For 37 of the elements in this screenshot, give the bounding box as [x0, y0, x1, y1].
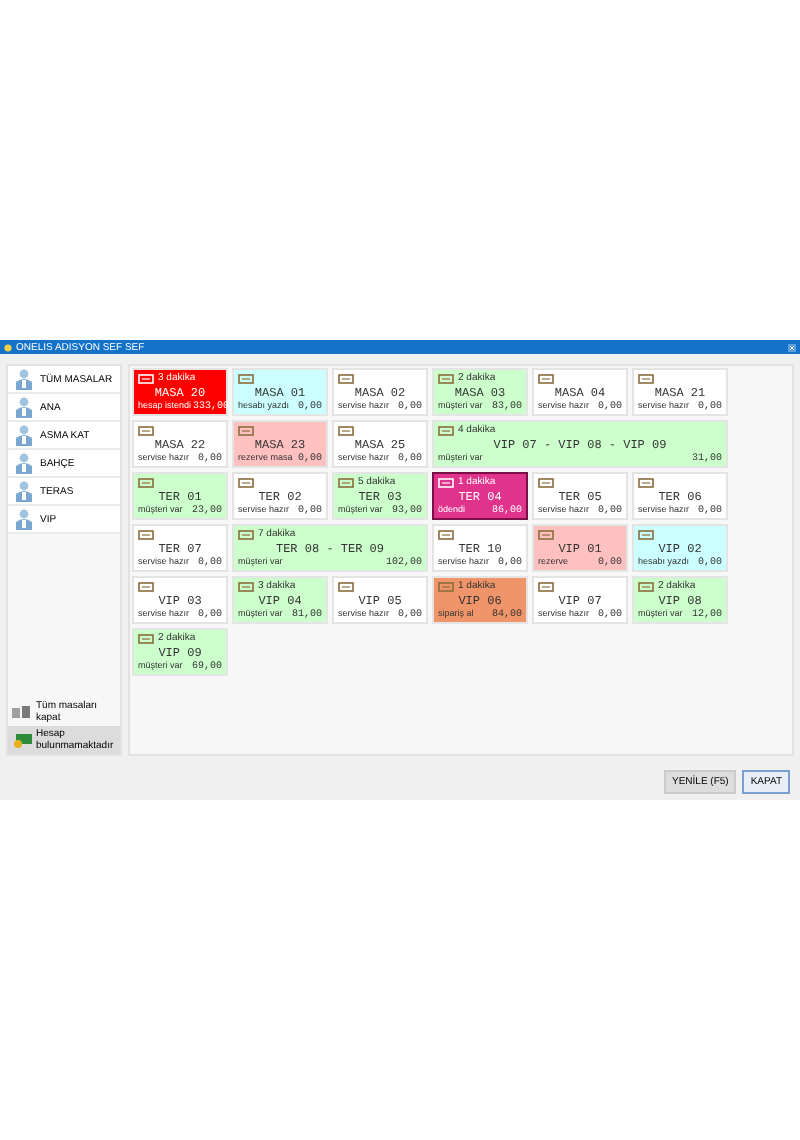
tag-icon: [238, 373, 254, 383]
tag-icon: [638, 581, 654, 591]
tag-icon: [538, 581, 554, 591]
tag-icon: [138, 633, 154, 643]
tag-icon: [138, 581, 154, 591]
tag-icon: [338, 581, 354, 591]
tag-icon: [138, 477, 154, 487]
tag-icon: [638, 373, 654, 383]
tag-icon: [338, 373, 354, 383]
tag-icon: [338, 425, 354, 435]
tag-icon: [238, 581, 254, 591]
tag-icon: [438, 373, 454, 383]
waiter-icon: [14, 508, 34, 530]
tag-icon: [638, 529, 654, 539]
tag-icon: [438, 581, 454, 591]
tag-icon: [438, 529, 454, 539]
tag-icon: [238, 529, 254, 539]
tag-icon: [438, 477, 454, 487]
close-icon[interactable]: [788, 343, 796, 351]
app-icon: [4, 343, 12, 351]
tag-icon: [138, 529, 154, 539]
tag-icon: [438, 425, 454, 435]
tag-icon: [538, 373, 554, 383]
tag-icon: [138, 425, 154, 435]
money-icon: [12, 733, 32, 747]
tag-icon: [338, 477, 354, 487]
tag-icon: [538, 529, 554, 539]
waiter-icon: [14, 396, 34, 418]
waiter-icon: [14, 480, 34, 502]
waiter-icon: [14, 424, 34, 446]
tag-icon: [238, 425, 254, 435]
waiter-icon: [14, 452, 34, 474]
tag-icon: [538, 477, 554, 487]
tag-icon: [238, 477, 254, 487]
tables-icon: [12, 705, 32, 719]
tag-icon: [638, 477, 654, 487]
waiter-icon: [14, 368, 34, 390]
